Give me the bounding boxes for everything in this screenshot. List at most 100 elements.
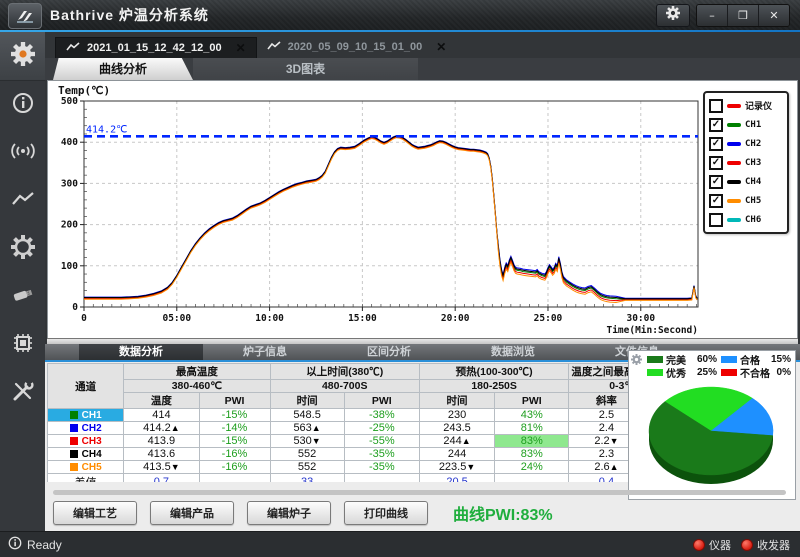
legend-checkbox[interactable]: ✓ (709, 137, 723, 151)
close-button[interactable]: ✕ (759, 5, 789, 26)
footer-button-3[interactable]: 编辑炉子 (247, 501, 331, 525)
info-icon (12, 92, 34, 119)
file-tab-label: 2020_05_09_10_15_01_00 (288, 41, 423, 53)
file-tab-1[interactable]: 2021_01_15_12_42_12_00 ✕ (55, 37, 257, 58)
svg-text:300: 300 (61, 178, 78, 189)
svg-text:500: 500 (61, 96, 78, 107)
status-dot-icon (741, 539, 753, 551)
view-tab-bar: 曲线分析3D图表 (45, 58, 800, 80)
file-tab-2[interactable]: 2020_05_09_10_15_01_00 ✕ (257, 37, 457, 57)
data-cell: 548.5 (270, 409, 344, 422)
legend-checkbox[interactable]: ✓ (709, 175, 723, 189)
sidebar-item-transmit[interactable] (0, 129, 45, 177)
legend-checkbox[interactable]: ✓ (709, 194, 723, 208)
svg-text:400: 400 (61, 137, 78, 148)
channel-cell[interactable]: CH3 (48, 435, 124, 448)
channel-cell[interactable]: CH4 (48, 448, 124, 461)
legend-item-CH5: ✓ CH5 (709, 191, 783, 210)
sidebar-item-usb-device[interactable] (0, 273, 45, 321)
signal-icon (10, 141, 36, 166)
status-ready-text: Ready (27, 538, 62, 552)
maximize-button[interactable]: ❒ (728, 5, 759, 26)
group-range: 380-460℃ (124, 380, 270, 393)
sidebar (0, 32, 46, 532)
footer-button-2[interactable]: 编辑产品 (150, 501, 234, 525)
pie-legend-pct: 25% (697, 367, 719, 378)
view-tab-3d[interactable]: 3D图表 (193, 58, 418, 80)
channel-cell[interactable]: CH1 (48, 409, 124, 422)
sidebar-item-device-chip[interactable] (0, 321, 45, 369)
horizontal-scrollbar[interactable] (53, 490, 786, 495)
legend-checkbox[interactable] (709, 213, 723, 227)
footer-button-1[interactable]: 编辑工艺 (53, 501, 137, 525)
legend-swatch (727, 142, 741, 146)
data-cell: -16% (199, 448, 270, 461)
data-cell: -16% (199, 461, 270, 474)
data-cell: 413.9 (124, 435, 199, 448)
col-header: PWI (199, 393, 270, 409)
legend-label: CH4 (745, 177, 761, 187)
channel-cell[interactable]: CH5 (48, 461, 124, 474)
data-cell (344, 474, 419, 483)
legend-checkbox[interactable]: ✓ (709, 118, 723, 132)
app-title: Bathrive 炉温分析系统 (50, 0, 209, 30)
table-row-CH4[interactable]: CH4413.6-16%552-35%24483%2.3 (48, 448, 629, 461)
data-table-container: 通道最高温度以上时间(380℃)预热(100-300℃)温度之间最高斜率(100… (47, 363, 628, 482)
table-row-CH2[interactable]: CH2414.2▲-14%563▲-25%243.581%2.4 (48, 422, 629, 435)
analysis-tab-2[interactable]: 炉子信息 (203, 344, 327, 360)
close-tab-icon[interactable]: ✕ (436, 40, 446, 54)
legend-checkbox[interactable] (709, 99, 723, 113)
window-controls: – ❒ ✕ (696, 4, 790, 27)
close-tab-icon[interactable]: ✕ (236, 41, 246, 55)
analysis-tab-4[interactable]: 数据浏览 (451, 344, 575, 360)
sidebar-item-tools[interactable] (0, 369, 45, 417)
channel-color-swatch (70, 450, 78, 458)
device-label: 仪器 (709, 537, 731, 553)
series-CH1 (84, 136, 697, 299)
curve-file-icon (267, 40, 282, 54)
chip-icon (11, 331, 35, 360)
temperature-line-chart: 0 100 200 300 400 500 0 05:00 10:00 15:0… (54, 95, 754, 335)
curve-icon (11, 190, 35, 213)
view-tab-curve[interactable]: 曲线分析 (53, 58, 193, 80)
sidebar-item-curve-analysis[interactable] (0, 177, 45, 225)
channel-cell[interactable]: CH2 (48, 422, 124, 435)
table-row-CH3[interactable]: CH3413.9-15%530▼-55%244▲83%2.2▼ (48, 435, 629, 448)
analysis-tab-3[interactable]: 区间分析 (327, 344, 451, 360)
col-header-channel: 通道 (48, 364, 124, 409)
minimize-button[interactable]: – (697, 5, 728, 26)
data-cell: 33 (270, 474, 344, 483)
pie-settings-icon[interactable] (631, 353, 645, 378)
table-row-差值[interactable]: 差值0.73320.50.4 (48, 474, 629, 483)
channel-data-table: 通道最高温度以上时间(380℃)预热(100-300℃)温度之间最高斜率(100… (47, 363, 628, 482)
legend-checkbox[interactable]: ✓ (709, 156, 723, 170)
data-cell: -35% (344, 461, 419, 474)
col-header: 斜率 (569, 393, 628, 409)
legend-label: CH6 (745, 215, 761, 225)
analysis-tab-1[interactable]: 数据分析 (79, 344, 203, 360)
legend-swatch (727, 218, 741, 222)
sidebar-item-parameters[interactable] (0, 225, 45, 273)
tools-icon (11, 379, 35, 408)
curve-file-icon (66, 41, 81, 55)
col-header: 时间 (419, 393, 494, 409)
titlebar-settings-button[interactable] (656, 4, 690, 27)
data-cell: -14% (199, 422, 270, 435)
legend-item-CH3: ✓ CH3 (709, 153, 783, 172)
table-row-CH1[interactable]: CH1414-15%548.5-38%23043%2.5 (48, 409, 629, 422)
svg-text:05:00: 05:00 (162, 313, 191, 324)
data-cell: 244 (419, 448, 494, 461)
pie-legend-swatch (721, 356, 737, 363)
pie-legend-item-合格: 合格 15% (721, 353, 793, 365)
legend-item-CH6: CH6 (709, 210, 783, 229)
legend-swatch (727, 104, 741, 108)
sidebar-item-info[interactable] (0, 81, 45, 129)
svg-text:0: 0 (81, 313, 87, 324)
data-cell: 563▲ (270, 422, 344, 435)
series-CH5 (84, 138, 697, 303)
legend-item-CH4: ✓ CH4 (709, 172, 783, 191)
footer-button-4[interactable]: 打印曲线 (344, 501, 428, 525)
table-row-CH5[interactable]: CH5413.5▼-16%552-35%223.5▼24%2.6▲ (48, 461, 629, 474)
sidebar-item-settings[interactable] (0, 32, 45, 81)
data-cell: 81% (495, 422, 569, 435)
